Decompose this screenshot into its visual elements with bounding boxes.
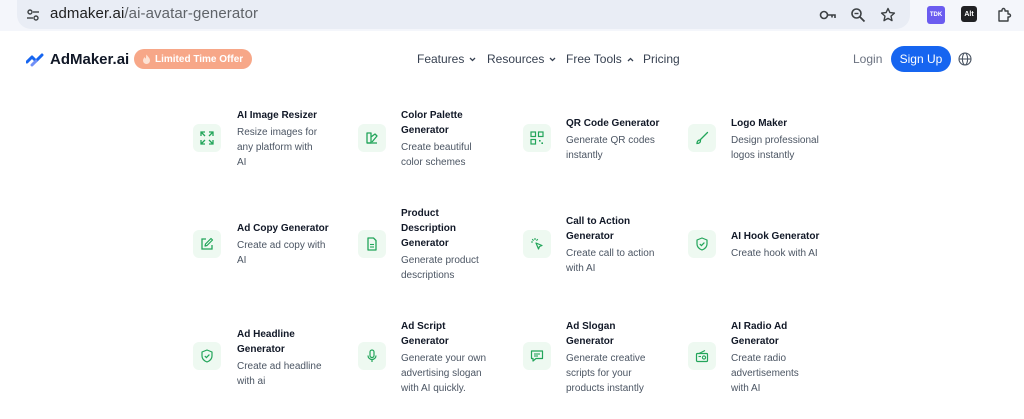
login-link[interactable]: Login <box>853 52 882 66</box>
language-globe-icon[interactable] <box>958 52 972 66</box>
tool-title: Ad Script Generator <box>401 321 449 347</box>
password-key-icon[interactable] <box>818 5 838 25</box>
palette-icon <box>358 124 386 152</box>
resize-icon <box>193 124 221 152</box>
brush-icon <box>688 124 716 152</box>
tool-title: QR Code Generator <box>566 118 660 129</box>
bookmark-star-icon[interactable] <box>878 5 898 25</box>
qr-code-icon <box>523 124 551 152</box>
tool-title: Logo Maker <box>731 118 788 129</box>
nav-resources[interactable]: Resources <box>487 52 556 66</box>
nav-pricing[interactable]: Pricing <box>643 52 680 66</box>
flame-icon <box>143 54 150 64</box>
shield-check-icon <box>688 230 716 258</box>
tool-description: Generate your own advertising slogan wit… <box>401 353 487 394</box>
tool-title: AI Image Resizer <box>237 110 318 121</box>
document-icon <box>358 230 386 258</box>
tool-description: Create call to action with AI <box>566 248 655 274</box>
nav-pricing-label: Pricing <box>643 52 680 66</box>
nav-features[interactable]: Features <box>417 52 476 66</box>
tool-title: AI Radio Ad Generator <box>731 321 788 347</box>
url-text[interactable]: admaker.ai/ai-avatar-generator <box>50 5 258 22</box>
nav-free-tools-label: Free Tools <box>566 52 622 66</box>
click-icon <box>523 230 551 258</box>
alt-extension-icon[interactable]: Alt <box>961 6 977 22</box>
site-header: AdMaker.ai Limited Time Offer Features R… <box>0 40 1024 80</box>
brand-name: AdMaker.ai <box>50 51 130 68</box>
extensions-puzzle-icon[interactable] <box>994 5 1014 25</box>
tool-title: AI Hook Generator <box>731 231 820 242</box>
microphone-icon <box>358 342 386 370</box>
url-host: admaker.ai <box>50 5 125 22</box>
tool-title: Call to Action Generator <box>566 216 631 242</box>
tdk-extension-icon[interactable]: TDK <box>927 6 945 24</box>
tool-title: Ad Headline Generator <box>237 329 295 355</box>
brand-logo[interactable]: AdMaker.ai <box>26 51 129 68</box>
chevron-down-icon <box>549 57 556 61</box>
tool-description: Create ad headline with ai <box>237 361 322 387</box>
radio-icon <box>688 342 716 370</box>
tool-title: Ad Slogan Generator <box>566 321 616 347</box>
tool-description: Design professional logos instantly <box>731 135 819 161</box>
browser-toolbar: admaker.ai/ai-avatar-generator TDK Alt <box>0 0 1024 31</box>
nav-resources-label: Resources <box>487 52 545 66</box>
nav-features-label: Features <box>417 52 465 66</box>
limited-offer-badge[interactable]: Limited Time Offer <box>134 49 253 69</box>
zoom-icon[interactable] <box>848 5 868 25</box>
tool-description: Create hook with AI <box>731 248 818 259</box>
chevron-down-icon <box>469 57 476 61</box>
tool-description: Generate QR codes instantly <box>566 135 655 161</box>
tool-description: Resize images for any platform with AI <box>237 127 318 168</box>
admaker-logo-icon <box>26 53 44 66</box>
nav-free-tools[interactable]: Free Tools <box>566 52 634 66</box>
shield-check-icon <box>193 342 221 370</box>
tool-description: Create ad copy with AI <box>237 240 326 266</box>
tool-description: Generate product descriptions <box>401 255 479 281</box>
message-icon <box>523 342 551 370</box>
edit-icon <box>193 230 221 258</box>
site-settings-icon[interactable] <box>25 7 41 23</box>
tool-title: Color Palette Generator <box>401 110 463 136</box>
tool-description: Create beautiful color schemes <box>401 142 472 168</box>
url-path: /ai-avatar-generator <box>124 5 259 22</box>
tool-description: Generate creative scripts for your produ… <box>566 353 646 394</box>
sign-up-button[interactable]: Sign Up <box>891 46 951 72</box>
offer-label: Limited Time Offer <box>155 53 244 65</box>
tool-description: Create radio advertisements with AI <box>731 353 799 394</box>
tool-title: Ad Copy Generator <box>237 223 329 234</box>
chevron-up-icon <box>627 57 634 61</box>
tool-title: Product Description Generator <box>401 208 457 249</box>
